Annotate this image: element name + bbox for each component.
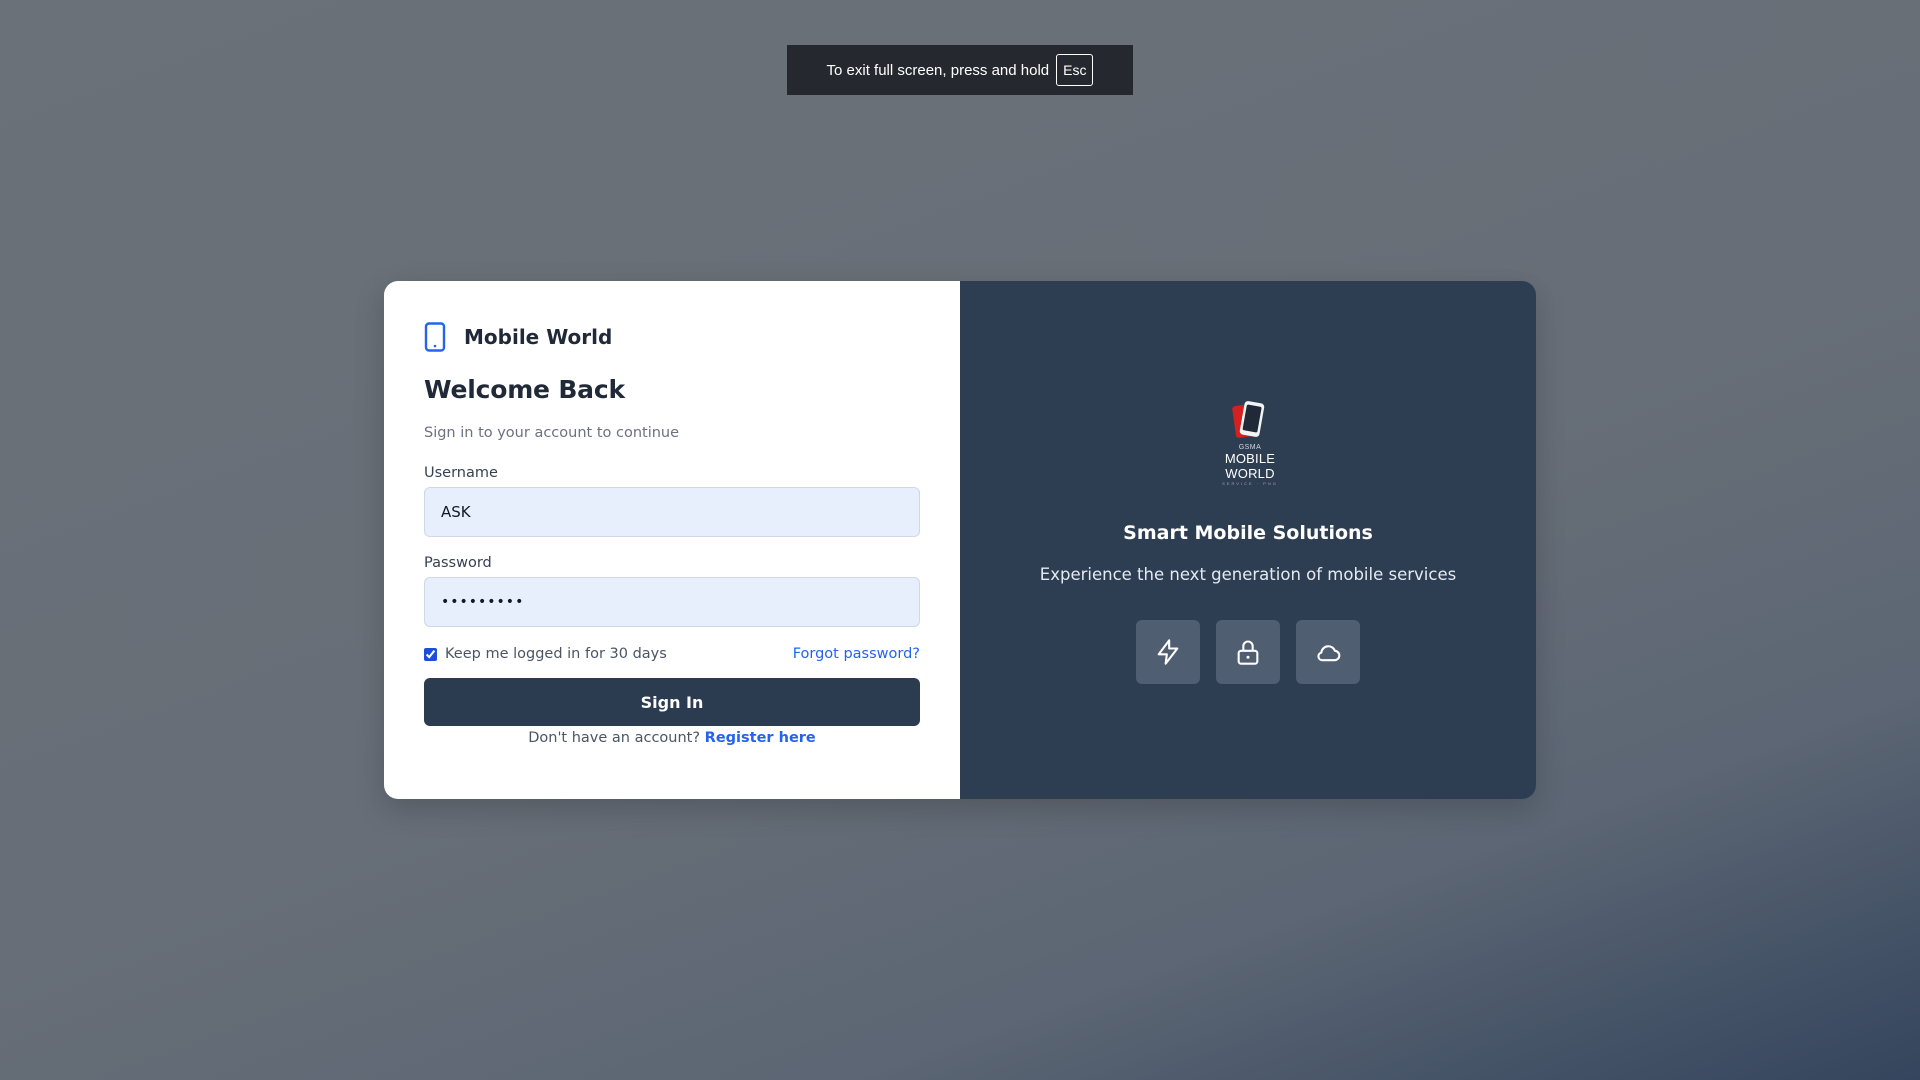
mobile-world-logo: GSMA MOBILE WORLD SERVICE · PNG <box>1200 399 1300 486</box>
promo-panel: GSMA MOBILE WORLD SERVICE · PNG Smart Mo… <box>960 281 1536 799</box>
page-subtitle: Sign in to your account to continue <box>424 425 680 441</box>
feature-tile-lock <box>1216 620 1280 684</box>
remember-me-checkbox[interactable] <box>424 647 437 661</box>
password-input[interactable] <box>424 577 920 627</box>
logo-tag-text: SERVICE · PNG <box>1222 481 1278 486</box>
promo-tagline: Smart Mobile Solutions <box>1123 522 1373 544</box>
promo-description: Experience the next generation of mobile… <box>1039 565 1457 584</box>
sign-in-button[interactable]: Sign In <box>424 678 920 726</box>
register-link[interactable]: Register here <box>705 730 816 746</box>
remember-me-label: Keep me logged in for 30 days <box>445 646 667 662</box>
phone-logo-icon <box>1232 401 1265 438</box>
username-label: Username <box>424 465 498 481</box>
no-account-text: Don't have an account? <box>528 730 701 746</box>
feature-tile-cloud <box>1296 620 1360 684</box>
feature-tile-lightning <box>1136 620 1200 684</box>
feature-icons <box>1136 620 1360 684</box>
lightning-icon <box>1157 639 1179 665</box>
register-prompt: Don't have an account? Register here <box>424 730 920 746</box>
smartphone-icon <box>424 322 446 352</box>
page-title: Welcome Back <box>424 375 625 404</box>
username-input[interactable] <box>424 487 920 537</box>
login-card: Mobile World Welcome Back Sign in to you… <box>384 281 1536 799</box>
logo-gsma-text: GSMA <box>1238 444 1262 451</box>
esc-key-badge: Esc <box>1056 54 1094 86</box>
password-label: Password <box>424 555 492 571</box>
cloud-icon <box>1317 645 1341 662</box>
brand-name: Mobile World <box>464 325 613 349</box>
fullscreen-exit-notice: To exit full screen, press and hold Esc <box>787 45 1133 95</box>
login-panel: Mobile World Welcome Back Sign in to you… <box>384 281 960 799</box>
logo-name-text: MOBILE WORLD <box>1224 451 1276 481</box>
fullscreen-notice-text: To exit full screen, press and hold <box>826 61 1050 79</box>
lock-icon <box>1237 640 1259 665</box>
forgot-password-link[interactable]: Forgot password? <box>793 646 920 662</box>
login-options-row: Keep me logged in for 30 days Forgot pas… <box>424 646 920 662</box>
remember-me[interactable]: Keep me logged in for 30 days <box>424 646 667 662</box>
brand-header: Mobile World <box>424 322 920 352</box>
